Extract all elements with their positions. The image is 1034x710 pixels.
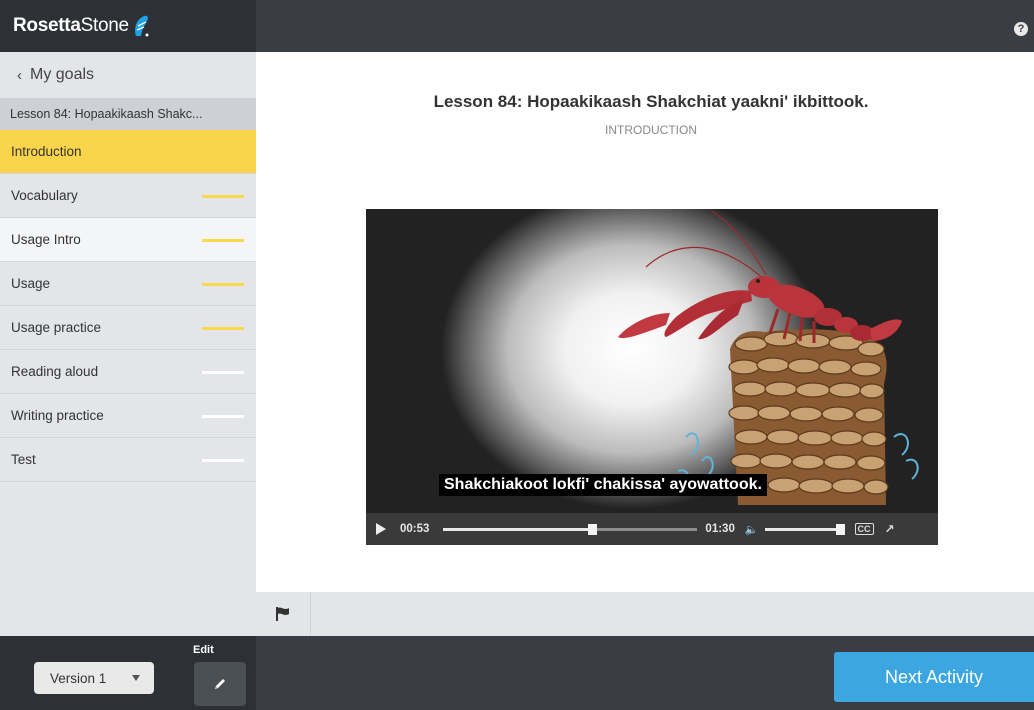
sidebar-item-usage-practice[interactable]: Usage practice — [0, 306, 256, 350]
sidebar-item-writing-practice[interactable]: Writing practice — [0, 394, 256, 438]
activity-list: Introduction Vocabulary Usage Intro Usage Us… — [0, 130, 256, 482]
seek-handle[interactable] — [588, 523, 598, 535]
video-caption: Shakchiakoot lokfi' chakissa' ayowattook… — [439, 474, 767, 496]
bottom-left-panel: Version 1 Edit — [0, 636, 256, 710]
pencil-icon — [215, 679, 225, 689]
video-controls: 00:53 01:30 🔈 CC ↗ — [366, 513, 938, 545]
logo[interactable]: RosettaStone — [0, 0, 256, 52]
sidebar-item-usage-intro[interactable]: Usage Intro — [0, 218, 256, 262]
volume-handle[interactable] — [835, 523, 845, 535]
crawfish-illustration — [618, 210, 919, 505]
my-goals-label: My goals — [30, 66, 95, 83]
edit-label: Edit — [193, 644, 214, 656]
bottom-bar: Version 1 Edit Next Activity — [0, 636, 1034, 710]
progress-bar — [202, 195, 244, 198]
crawfish — [618, 210, 902, 343]
duration: 01:30 — [705, 523, 735, 535]
flag-button[interactable] — [256, 592, 311, 636]
sidebar-item-label: Usage practice — [11, 320, 102, 335]
sidebar-item-label: Introduction — [11, 144, 82, 159]
volume-icon[interactable]: 🔈 — [745, 523, 759, 536]
sidebar-item-label: Usage — [11, 276, 51, 291]
version-select[interactable]: Version 1 — [34, 662, 154, 694]
feedback-bar — [256, 592, 1034, 636]
top-bar: RosettaStone ? — [0, 0, 1034, 52]
video-player[interactable]: Shakchiakoot lokfi' chakissa' ayowattook… — [366, 209, 938, 513]
sidebar-item-vocabulary[interactable]: Vocabulary — [0, 174, 256, 218]
sidebar-item-introduction[interactable]: Introduction — [0, 130, 256, 174]
sidebar-item-reading-aloud[interactable]: Reading aloud — [0, 350, 256, 394]
progress-bar — [202, 415, 244, 418]
main-content: Lesson 84: Hopaakikaash Shakchiat yaakni… — [256, 52, 1034, 592]
progress-bar — [202, 239, 244, 242]
logo-stone-icon — [134, 15, 149, 37]
caret-down-icon — [132, 675, 140, 681]
activity-subtitle: INTRODUCTION — [605, 123, 697, 137]
play-icon[interactable] — [376, 523, 386, 535]
volume-fill — [764, 527, 841, 531]
sidebar-item-label: Test — [11, 452, 36, 467]
sidebar-item-label: Reading aloud — [11, 364, 99, 379]
sidebar-item-usage[interactable]: Usage — [0, 262, 256, 306]
progress-bar — [202, 327, 244, 330]
seek-bar[interactable] — [443, 523, 698, 535]
sidebar-item-test[interactable]: Test — [0, 438, 256, 482]
lesson-title: Lesson 84: Hopaakikaash Shakchiat yaakni… — [433, 92, 869, 111]
logo-text: RosettaStone — [13, 15, 129, 36]
next-activity-button[interactable]: Next Activity — [834, 652, 1034, 702]
volume-slider[interactable] — [764, 523, 845, 535]
progress-bar — [202, 283, 244, 286]
sidebar-item-label: Usage Intro — [11, 232, 81, 247]
seek-bar-fill — [443, 527, 594, 531]
my-goals-link[interactable]: ‹ My goals — [0, 52, 256, 98]
sidebar-item-label: Vocabulary — [11, 188, 78, 203]
progress-bar — [202, 371, 244, 374]
sidebar-item-label: Writing practice — [11, 408, 104, 423]
fullscreen-icon[interactable]: ↗ — [885, 522, 895, 536]
progress-bar — [202, 459, 244, 462]
help-button[interactable]: ? — [1014, 22, 1028, 36]
current-time: 00:53 — [400, 523, 430, 535]
lesson-title-row: Lesson 84: Hopaakikaash Shakc... — [0, 98, 256, 130]
sidebar: ‹ My goals Lesson 84: Hopaakikaash Shakc… — [0, 52, 256, 636]
edit-button[interactable] — [194, 662, 246, 706]
chevron-left-icon: ‹ — [17, 66, 22, 84]
closed-captions-icon[interactable]: CC — [854, 523, 874, 535]
flag-icon — [276, 607, 289, 621]
version-select-label: Version 1 — [50, 670, 107, 686]
